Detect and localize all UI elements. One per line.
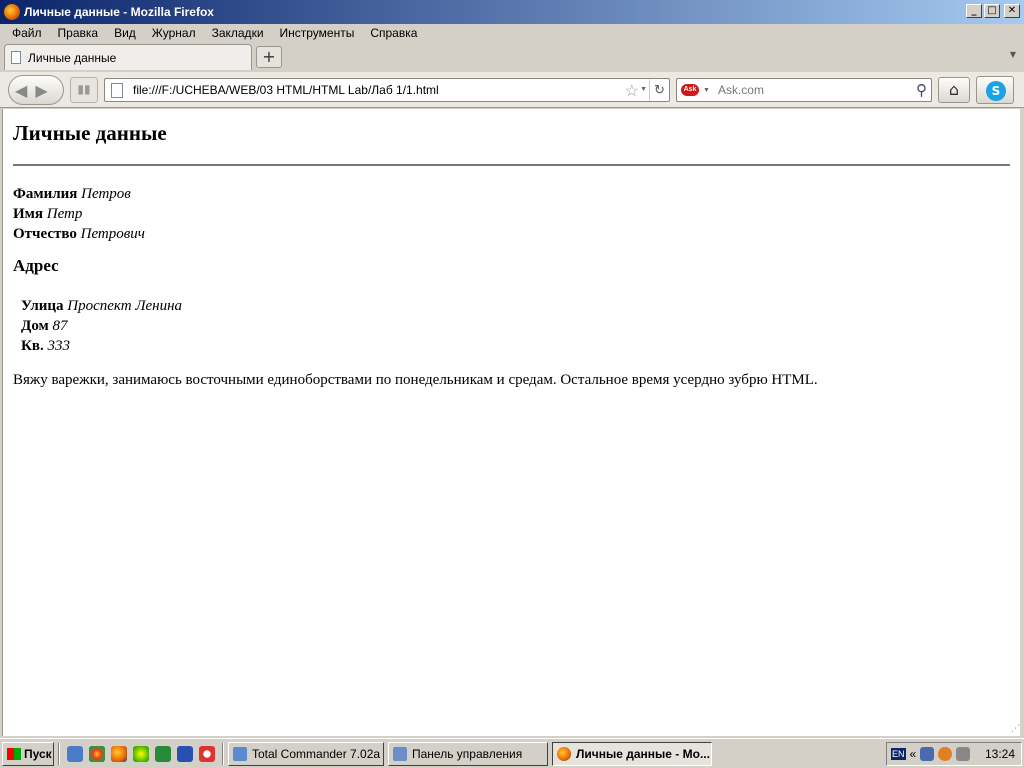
task-label: Панель управления bbox=[412, 746, 523, 761]
total-commander-icon bbox=[233, 746, 247, 761]
tab-title: Личные данные bbox=[28, 50, 117, 65]
menu-file[interactable]: Файл bbox=[12, 26, 42, 40]
task-label: Личные данные - Mo... bbox=[576, 746, 710, 761]
red-circle-icon[interactable] bbox=[199, 745, 215, 762]
field-value: 333 bbox=[47, 338, 70, 354]
taskbar: Пуск Total Commander 7.02a ... Панель уп… bbox=[0, 738, 1024, 768]
taskbar-separator bbox=[222, 742, 224, 765]
start-button[interactable]: Пуск bbox=[2, 741, 54, 766]
address-heading: Адрес bbox=[13, 256, 59, 275]
tab-strip: Личные данные + ▼ bbox=[0, 42, 1024, 72]
menu-edit[interactable]: Правка bbox=[58, 26, 99, 40]
firefox-icon bbox=[4, 4, 20, 20]
control-panel-icon bbox=[393, 746, 407, 761]
page-icon bbox=[111, 82, 123, 98]
media-player-icon[interactable] bbox=[133, 745, 149, 762]
field-label: Отчество bbox=[13, 226, 77, 242]
firefox-quicklaunch-icon[interactable] bbox=[111, 745, 127, 762]
field-label: Дом bbox=[21, 318, 49, 334]
tray-expand-icon[interactable]: « bbox=[910, 747, 917, 761]
field-house: Дом 87 bbox=[21, 316, 1010, 336]
about-paragraph: Вяжу варежки, занимаюсь восточными едино… bbox=[13, 372, 818, 388]
save-disk-icon[interactable] bbox=[177, 745, 193, 762]
windows-logo-icon bbox=[7, 747, 21, 760]
field-value: Петрович bbox=[80, 226, 145, 242]
search-icon[interactable]: ⚲ bbox=[916, 81, 927, 99]
new-tab-button[interactable]: + bbox=[256, 46, 282, 68]
skype-icon: S bbox=[986, 81, 1006, 101]
title-bar[interactable]: Личные данные - Mozilla Firefox _ □ ✕ bbox=[0, 0, 1024, 24]
field-label: Имя bbox=[13, 206, 43, 222]
taskbar-separator bbox=[58, 742, 60, 765]
page-heading: Личные данные bbox=[13, 121, 167, 145]
field-value: Проспект Ленина bbox=[67, 298, 183, 314]
field-apartment: Кв. 333 bbox=[21, 336, 1010, 356]
window-controls: _ □ ✕ bbox=[966, 4, 1020, 18]
url-dropdown-icon[interactable]: ▼ bbox=[640, 86, 647, 93]
safe-remove-icon[interactable] bbox=[956, 747, 971, 761]
field-value: Петров bbox=[81, 186, 131, 202]
search-placeholder[interactable]: Ask.com bbox=[718, 83, 764, 97]
menu-help[interactable]: Справка bbox=[370, 26, 417, 40]
page-icon bbox=[11, 51, 21, 64]
field-value: 87 bbox=[52, 318, 68, 334]
task-firefox[interactable]: Личные данные - Mo... bbox=[552, 741, 712, 766]
tab-list-arrow-icon[interactable]: ▼ bbox=[1010, 50, 1016, 59]
back-forward-group: ◀ ▶ bbox=[8, 75, 64, 105]
field-street: Улица Проспект Ленина bbox=[21, 296, 1010, 316]
task-total-commander[interactable]: Total Commander 7.02a ... bbox=[228, 741, 384, 766]
close-button[interactable]: ✕ bbox=[1004, 4, 1020, 18]
field-label: Фамилия bbox=[13, 186, 78, 202]
field-label: Улица bbox=[21, 298, 64, 314]
field-label: Кв. bbox=[21, 338, 44, 354]
menu-history[interactable]: Журнал bbox=[152, 26, 196, 40]
engine-dropdown-icon[interactable]: ▼ bbox=[703, 87, 710, 94]
firefox-icon bbox=[557, 746, 571, 761]
field-value: Петр bbox=[46, 206, 83, 222]
language-indicator[interactable]: EN bbox=[891, 748, 906, 760]
reload-icon[interactable]: ↻ bbox=[649, 79, 669, 101]
menu-bookmarks[interactable]: Закладки bbox=[212, 26, 264, 40]
url-bar[interactable]: file:///F:/UCHEBA/WEB/03 HTML/HTML Lab/Л… bbox=[104, 78, 670, 102]
search-engine-icon[interactable]: Ask bbox=[681, 84, 699, 96]
tray-app-icon[interactable] bbox=[938, 747, 953, 761]
page-content: Личные данные Фамилия Петров Имя Петр От… bbox=[2, 109, 1020, 736]
search-bar[interactable]: Ask ▼ Ask.com ⚲ bbox=[676, 78, 932, 102]
field-patronymic: Отчество Петрович bbox=[13, 224, 1010, 244]
maximize-button[interactable]: □ bbox=[984, 4, 1000, 18]
home-button[interactable]: ⌂ bbox=[938, 77, 970, 103]
start-label: Пуск bbox=[24, 746, 52, 761]
skype-button[interactable]: S bbox=[976, 76, 1014, 104]
task-label: Total Commander 7.02a ... bbox=[252, 746, 384, 761]
clock: 13:24 bbox=[984, 747, 1015, 761]
task-control-panel[interactable]: Панель управления bbox=[388, 741, 548, 766]
bars-icon[interactable]: ▮▮ bbox=[70, 77, 98, 103]
field-surname: Фамилия Петров bbox=[13, 184, 1010, 204]
minimize-button[interactable]: _ bbox=[966, 4, 982, 18]
divider bbox=[13, 164, 1010, 166]
resize-grip-icon[interactable]: ⋰ bbox=[1011, 724, 1020, 734]
utorrent-icon[interactable] bbox=[155, 745, 171, 762]
menu-bar: Файл Правка Вид Журнал Закладки Инструме… bbox=[0, 24, 1024, 42]
url-value[interactable]: file:///F:/UCHEBA/WEB/03 HTML/HTML Lab/Л… bbox=[133, 83, 439, 97]
address-block: Улица Проспект Ленина Дом 87 Кв. 333 bbox=[21, 296, 1010, 356]
forward-arrow-icon[interactable]: ▶ bbox=[35, 81, 47, 100]
tab-current[interactable]: Личные данные bbox=[4, 44, 252, 70]
system-tray: EN « 13:24 bbox=[886, 742, 1022, 766]
menu-tools[interactable]: Инструменты bbox=[280, 26, 355, 40]
menu-view[interactable]: Вид bbox=[114, 26, 136, 40]
bookmark-star-icon[interactable]: ☆ bbox=[625, 81, 639, 101]
network-icon[interactable] bbox=[920, 747, 935, 761]
nav-toolbar: ◀ ▶ ▮▮ file:///F:/UCHEBA/WEB/03 HTML/HTM… bbox=[0, 72, 1024, 108]
field-name: Имя Петр bbox=[13, 204, 1010, 224]
chrome-icon[interactable] bbox=[89, 745, 105, 762]
explorer-icon[interactable] bbox=[67, 745, 83, 762]
window-title: Личные данные - Mozilla Firefox bbox=[24, 5, 214, 19]
back-arrow-icon[interactable]: ◀ bbox=[15, 81, 27, 100]
